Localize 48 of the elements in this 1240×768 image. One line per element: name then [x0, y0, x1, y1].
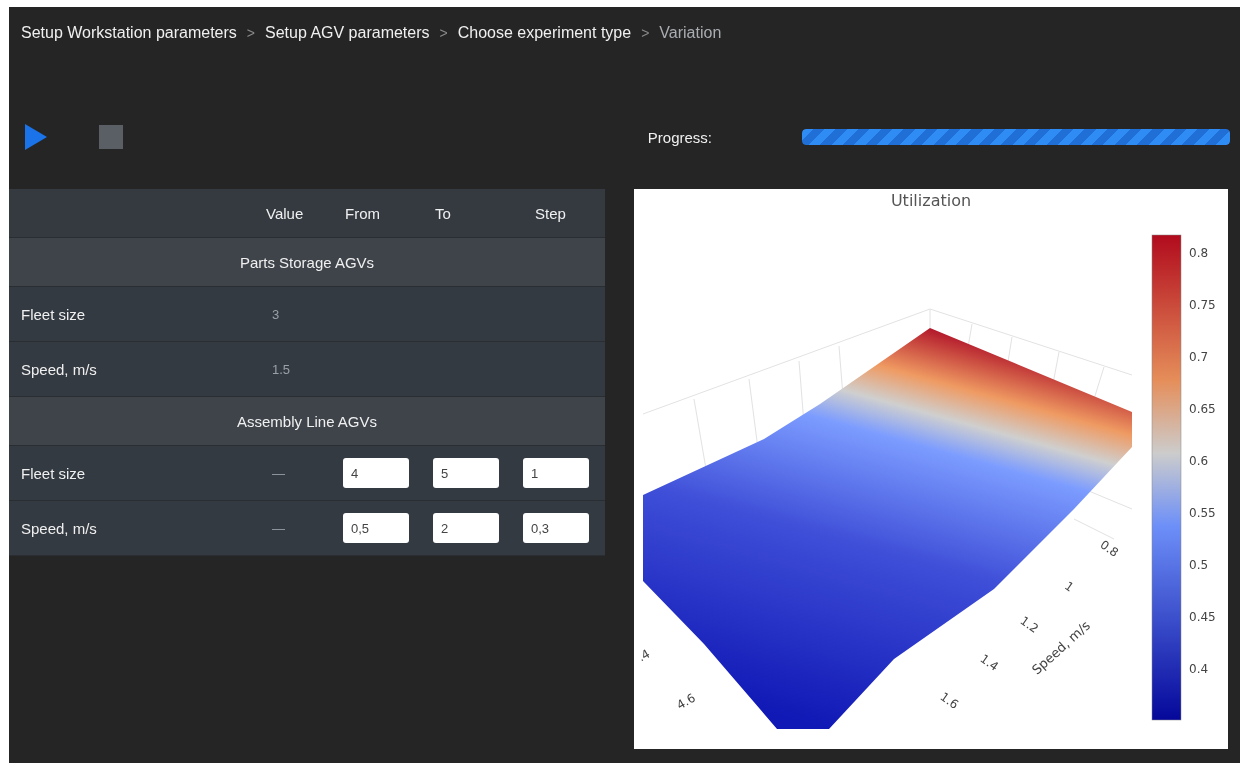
- axis-tick-label: 1: [1062, 578, 1077, 595]
- breadcrumb-link[interactable]: Setup Workstation parameters: [21, 24, 237, 42]
- row-label: Speed, m/s: [21, 360, 98, 378]
- breadcrumb-link[interactable]: Variation: [659, 24, 722, 42]
- column-header: Value: [265, 204, 304, 222]
- breadcrumb-separator: >: [641, 25, 650, 41]
- value-text: —: [271, 520, 286, 536]
- column-header: Step: [534, 204, 566, 222]
- column-header: To: [434, 204, 451, 222]
- value-text: 3: [271, 306, 281, 322]
- colorbar-tick-label: 0.4: [1189, 662, 1209, 676]
- colorbar-tick-label: 0.7: [1189, 350, 1209, 364]
- colorbar-tick-label: 0.65: [1189, 402, 1216, 416]
- breadcrumb-link[interactable]: Setup AGV parameters: [265, 24, 430, 42]
- axis-tick-label: 1.4: [977, 651, 1002, 674]
- value-text: 1.5: [271, 361, 292, 377]
- breadcrumb-separator: >: [246, 25, 255, 41]
- play-button[interactable]: [25, 124, 47, 150]
- colorbar-tick-label: 0.6: [1189, 454, 1209, 468]
- to-input[interactable]: 5: [433, 458, 499, 488]
- axis-tick-label: .4: [635, 646, 653, 665]
- from-input[interactable]: 4: [343, 458, 409, 488]
- from-input[interactable]: 0,5: [343, 513, 409, 543]
- value-text: —: [271, 465, 286, 481]
- play-icon: [25, 124, 47, 150]
- stop-icon: [99, 125, 123, 149]
- section-title: Parts Storage AGVs: [239, 253, 375, 271]
- breadcrumb-separator: >: [439, 25, 448, 41]
- row-label: Speed, m/s: [21, 519, 98, 537]
- to-input[interactable]: 2: [433, 513, 499, 543]
- axis-tick-label: 0.8: [1097, 537, 1122, 560]
- step-input[interactable]: 0,3: [523, 513, 589, 543]
- axis-tick-label: 1.2: [1017, 613, 1042, 636]
- column-header: From: [344, 204, 380, 222]
- chart-title: Utilization: [890, 191, 972, 210]
- progress-label: Progress:: [647, 128, 712, 146]
- breadcrumb-link[interactable]: Choose experiment type: [457, 24, 632, 42]
- section-title: Assembly Line AGVs: [236, 412, 378, 430]
- colorbar-tick-label: 0.55: [1189, 506, 1216, 520]
- step-input[interactable]: 1: [523, 458, 589, 488]
- colorbar-tick-label: 0.5: [1189, 558, 1209, 572]
- row-label: Fleet size: [21, 464, 87, 482]
- colorbar-tick-label: 0.45: [1189, 610, 1216, 624]
- axis-tick-label: 4.6: [674, 690, 698, 713]
- colorbar-tick-label: 0.8: [1189, 246, 1209, 260]
- axis-tick-label: 1.6: [937, 689, 962, 712]
- colorbar-tick-label: 0.75: [1189, 298, 1216, 312]
- row-label: Fleet size: [21, 305, 87, 323]
